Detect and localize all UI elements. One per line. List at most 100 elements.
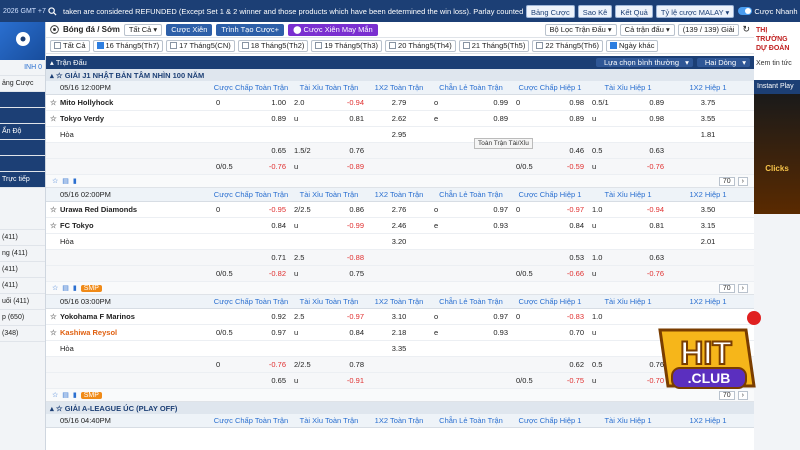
statement-button[interactable]: Sao Kê: [577, 4, 613, 18]
star-icon[interactable]: ☆: [56, 404, 63, 413]
league-count-select[interactable]: (139 / 139) Giải: [677, 23, 740, 36]
more-bets-count[interactable]: 70: [718, 176, 735, 186]
left-row[interactable]: [0, 108, 45, 124]
odds-cell[interactable]: u -0.91: [290, 376, 368, 385]
left-row[interactable]: (411): [0, 278, 45, 294]
odds-cell[interactable]: 1.5/2 0.76: [290, 146, 368, 155]
bet-list-button[interactable]: Bảng Cược: [526, 4, 575, 18]
date-chip[interactable]: 22 Tháng5(Th6): [532, 39, 604, 52]
odds-cell[interactable]: u -0.76: [588, 162, 668, 171]
left-row[interactable]: [0, 140, 45, 156]
date-chip[interactable]: 21 Tháng5(Th5): [458, 39, 530, 52]
stats-icon[interactable]: ▤: [62, 177, 69, 185]
odds-cell[interactable]: 2.01: [668, 237, 748, 246]
lines-select[interactable]: Hai Dòng ▾: [696, 58, 750, 67]
chevron-right-icon[interactable]: ›: [737, 176, 748, 186]
quick-bet-toggle[interactable]: Cược Nhanh: [738, 7, 798, 16]
stats-icon[interactable]: ▤: [62, 391, 69, 399]
odds-cell[interactable]: 0.62: [512, 360, 588, 369]
left-row[interactable]: [0, 156, 45, 172]
odds-cell[interactable]: u 0.81: [290, 114, 368, 123]
odds-cell[interactable]: o 0.99: [430, 98, 512, 107]
odds-cell[interactable]: u 0.84: [290, 328, 368, 337]
odds-cell[interactable]: 0 -0.95: [212, 205, 290, 214]
odds-cell[interactable]: 3.50: [668, 205, 748, 214]
odds-cell[interactable]: 0.70: [512, 328, 588, 337]
odds-cell[interactable]: 2.18: [368, 328, 430, 337]
period-select[interactable]: Cả trận đấu ▾: [619, 23, 675, 36]
odds-cell[interactable]: u -0.99: [290, 221, 368, 230]
odds-cell[interactable]: 0.89: [512, 114, 588, 123]
smp-badge[interactable]: SMP: [80, 284, 102, 292]
collapse-icon[interactable]: ▴: [50, 71, 54, 80]
date-chip[interactable]: 18 Tháng5(Th2): [237, 39, 309, 52]
left-row[interactable]: [0, 92, 45, 108]
left-row[interactable]: (348): [0, 326, 45, 342]
parlay-button[interactable]: Cược Xiên: [166, 23, 213, 36]
collapse-icon[interactable]: ▴: [50, 404, 54, 413]
odds-cell[interactable]: 3.55: [668, 114, 748, 123]
odds-cell[interactable]: u 0.81: [588, 221, 668, 230]
smp-badge[interactable]: SMP: [80, 391, 102, 399]
odds-cell[interactable]: 0/0.5 -0.82: [212, 269, 290, 278]
odds-cell[interactable]: 0.71: [212, 253, 290, 262]
left-row[interactable]: ảng Cược: [0, 76, 45, 92]
left-row[interactable]: INH 0: [0, 60, 45, 76]
left-row[interactable]: uối (411): [0, 294, 45, 310]
odds-cell[interactable]: o 0.97: [430, 312, 512, 321]
left-banner[interactable]: [0, 22, 45, 60]
odds-cell[interactable]: 3.10: [368, 312, 430, 321]
odds-cell[interactable]: 0 0.98: [512, 98, 588, 107]
odds-cell[interactable]: 0/0.5 -0.59: [512, 162, 588, 171]
odds-cell[interactable]: u 0.75: [290, 269, 368, 278]
odds-cell[interactable]: 1.81: [668, 130, 748, 139]
odds-cell[interactable]: u -0.89: [290, 162, 368, 171]
chart-icon[interactable]: ▮: [73, 391, 77, 399]
left-row[interactable]: (411): [0, 262, 45, 278]
star-icon[interactable]: ☆: [52, 391, 58, 399]
chart-icon[interactable]: ▮: [73, 284, 77, 292]
odds-cell[interactable]: 0.65: [212, 376, 290, 385]
odds-cell[interactable]: 3.15: [668, 221, 748, 230]
chart-icon[interactable]: ▮: [73, 177, 77, 185]
search-icon[interactable]: [46, 5, 59, 18]
sort-select[interactable]: Lựa chọn bình thường ▾: [595, 58, 693, 67]
odds-cell[interactable]: 0 -0.83: [512, 312, 588, 321]
odds-cell[interactable]: 2.5 -0.97: [290, 312, 368, 321]
odds-cell[interactable]: 0.84: [212, 221, 290, 230]
date-chip[interactable]: 17 Tháng5(CN): [166, 39, 235, 52]
odds-cell[interactable]: 0/0.5 -0.76: [212, 162, 290, 171]
odds-cell[interactable]: 0 -0.97: [512, 205, 588, 214]
odds-cell[interactable]: 3.35: [368, 344, 430, 353]
odds-cell[interactable]: u -0.76: [588, 269, 668, 278]
odds-cell[interactable]: 2/2.5 0.78: [290, 360, 368, 369]
odds-type-select[interactable]: Tỷ lệ cược MALAY ▾: [655, 4, 735, 18]
league-header[interactable]: ▴ ☆ GIẢI J1 NHẬT BẢN TÂM NHÌN 100 NĂM: [46, 69, 754, 81]
odds-cell[interactable]: 2.95: [368, 130, 430, 139]
odds-cell[interactable]: 0 -0.76: [212, 360, 290, 369]
star-icon[interactable]: ☆: [50, 328, 57, 337]
star-icon[interactable]: ☆: [50, 312, 57, 321]
odds-cell[interactable]: 1.0 -0.94: [588, 205, 668, 214]
date-chip[interactable]: 19 Tháng5(Th3): [311, 39, 383, 52]
prediction-ad[interactable]: THỊ TRƯỜNG DỰ ĐOÁN Xem tin tức: [754, 22, 800, 80]
date-chip[interactable]: Tất Cả: [50, 39, 90, 52]
odds-cell[interactable]: 0.92: [212, 312, 290, 321]
star-icon[interactable]: ☆: [56, 71, 63, 80]
left-row[interactable]: Trực tiếp: [0, 172, 45, 188]
odds-cell[interactable]: e 0.89: [430, 114, 512, 123]
odds-cell[interactable]: 0.5/1 0.89: [588, 98, 668, 107]
chevron-right-icon[interactable]: ›: [737, 283, 748, 293]
odds-cell[interactable]: 3.20: [368, 237, 430, 246]
odds-cell[interactable]: o 0.97: [430, 205, 512, 214]
lucky-parlay-button[interactable]: ⬤ Cược Xiên May Mắn: [288, 23, 378, 36]
odds-cell[interactable]: 0/0.5 -0.66: [512, 269, 588, 278]
odds-cell[interactable]: 0/0.5 0.97: [212, 328, 290, 337]
odds-cell[interactable]: 0 1.00: [212, 98, 290, 107]
star-icon[interactable]: ☆: [50, 98, 57, 107]
star-icon[interactable]: ☆: [50, 114, 57, 123]
odds-cell[interactable]: e 0.93: [430, 221, 512, 230]
left-row[interactable]: Ấn Độ: [0, 124, 45, 140]
bet-builder-button[interactable]: Trình Tạo Cược+: [216, 23, 285, 36]
star-icon[interactable]: ☆: [52, 177, 58, 185]
